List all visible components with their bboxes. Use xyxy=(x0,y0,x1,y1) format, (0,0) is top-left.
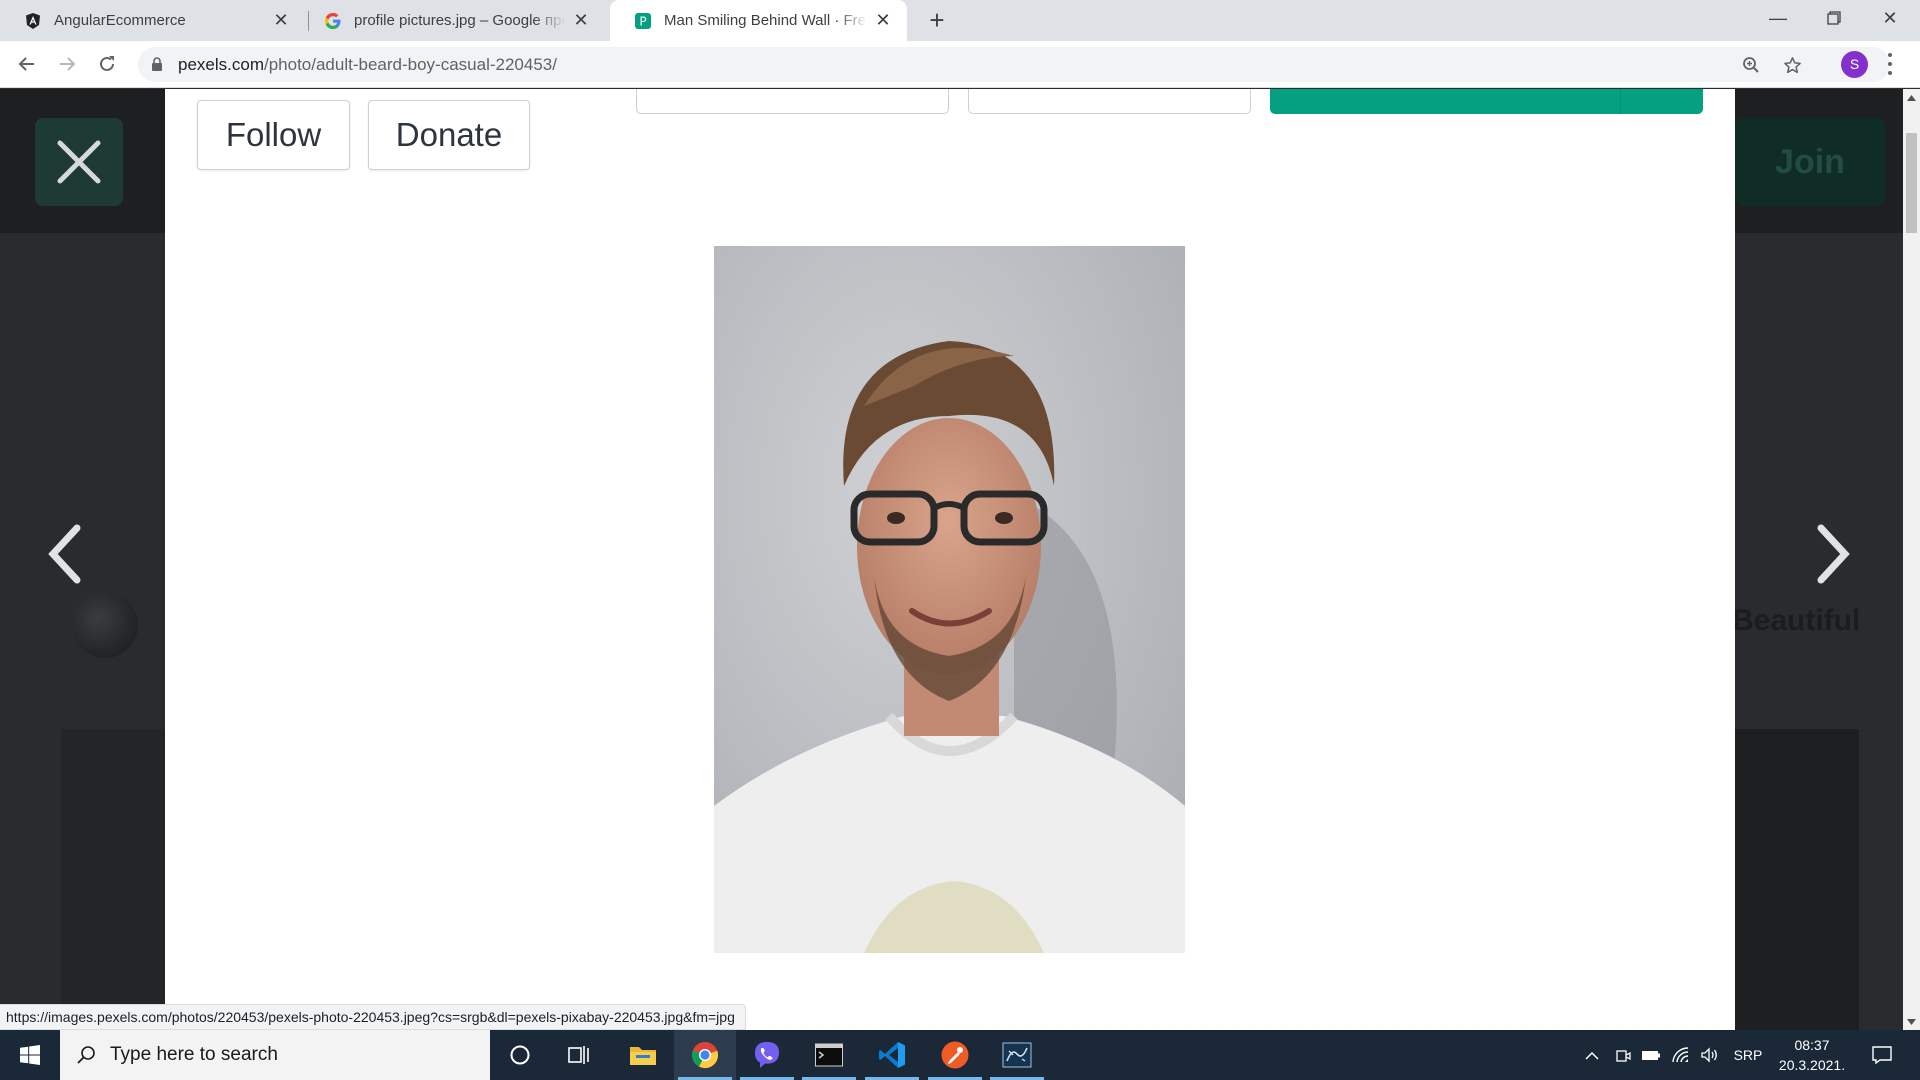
scrollbar-thumb[interactable] xyxy=(1906,133,1917,233)
profile-avatar[interactable]: S xyxy=(1841,51,1868,78)
tab-title: AngularEcommerce xyxy=(54,12,186,29)
back-icon[interactable] xyxy=(12,49,42,79)
tab-strip: AngularEcommerce ✕ profile pictures.jpg … xyxy=(0,0,1920,41)
man-portrait-image xyxy=(714,246,1185,953)
tab-close-icon[interactable]: ✕ xyxy=(271,10,291,31)
status-link-bubble: https://images.pexels.com/photos/220453/… xyxy=(0,1004,746,1030)
viber-icon[interactable] xyxy=(736,1030,798,1080)
tab-profile-pictures[interactable]: profile pictures.jpg – Google пре ✕ xyxy=(300,0,605,41)
background-text: Beautiful xyxy=(1732,604,1861,637)
taskbar-clock[interactable]: 08:37 20.3.2021. xyxy=(1770,1035,1854,1075)
browser-toolbar: pexels.com/photo/adult-beard-boy-casual-… xyxy=(0,41,1920,88)
scroll-down-icon[interactable] xyxy=(1903,1013,1920,1030)
close-modal-button[interactable] xyxy=(35,118,123,206)
cortana-icon[interactable] xyxy=(489,1030,551,1080)
clock-time: 08:37 xyxy=(1794,1037,1830,1053)
chrome-icon[interactable] xyxy=(674,1030,736,1080)
minimize-icon[interactable]: — xyxy=(1750,0,1806,36)
search-icon xyxy=(77,1046,95,1064)
volume-icon[interactable] xyxy=(1697,1030,1721,1080)
next-photo-button[interactable] xyxy=(1808,519,1858,589)
svg-text:P: P xyxy=(639,14,646,28)
sql-icon[interactable] xyxy=(986,1030,1048,1080)
scroll-up-icon[interactable] xyxy=(1903,89,1920,106)
close-icon xyxy=(57,140,101,184)
vscode-icon[interactable] xyxy=(861,1030,923,1080)
download-button[interactable] xyxy=(1270,89,1703,114)
pexels-icon: P xyxy=(634,12,652,30)
meet-now-icon[interactable] xyxy=(1612,1030,1634,1080)
tab-close-icon[interactable]: ✕ xyxy=(571,10,591,31)
join-button[interactable]: Join xyxy=(1735,118,1885,206)
input-language[interactable]: SRP xyxy=(1728,1030,1768,1080)
tab-title: Man Smiling Behind Wall · Free S xyxy=(664,12,867,29)
terminal-icon[interactable] xyxy=(798,1030,860,1080)
donate-button[interactable]: Donate xyxy=(368,100,530,170)
url-text[interactable]: pexels.com/photo/adult-beard-boy-casual-… xyxy=(178,55,557,75)
collect-button[interactable] xyxy=(636,89,949,114)
restore-icon[interactable] xyxy=(1806,0,1862,36)
zoom-icon[interactable] xyxy=(1740,54,1762,76)
clock-date: 20.3.2021. xyxy=(1778,1057,1846,1073)
like-button[interactable] xyxy=(968,89,1251,114)
page-scrollbar[interactable] xyxy=(1903,89,1920,1030)
wifi-icon[interactable] xyxy=(1668,1030,1692,1080)
follow-button[interactable]: Follow xyxy=(197,100,350,170)
main-photo[interactable] xyxy=(714,246,1185,953)
menu-kebab-icon[interactable] xyxy=(1883,53,1897,75)
address-bar[interactable]: pexels.com/photo/adult-beard-boy-casual-… xyxy=(138,47,1890,82)
file-explorer-icon[interactable] xyxy=(612,1030,674,1080)
notifications-icon[interactable] xyxy=(1862,1030,1902,1080)
forward-icon[interactable] xyxy=(52,49,82,79)
previous-photo-button[interactable] xyxy=(40,519,90,589)
url-path: /photo/adult-beard-boy-casual-220453/ xyxy=(263,55,557,74)
background-avatar xyxy=(72,592,138,658)
url-host: pexels.com xyxy=(178,55,264,74)
chevron-left-icon xyxy=(48,524,81,584)
battery-icon[interactable] xyxy=(1640,1030,1662,1080)
photo-modal: Follow Donate xyxy=(165,89,1735,1030)
show-hidden-icons[interactable] xyxy=(1580,1030,1604,1080)
close-window-icon[interactable]: ✕ xyxy=(1862,0,1918,36)
windows-start-icon[interactable] xyxy=(0,1030,60,1080)
background-photo-left xyxy=(61,729,165,1030)
bookmark-star-icon[interactable] xyxy=(1781,54,1803,76)
task-view-icon[interactable] xyxy=(549,1030,611,1080)
tab-title: profile pictures.jpg – Google пре xyxy=(354,12,565,29)
tab-angular-ecommerce[interactable]: AngularEcommerce ✕ xyxy=(0,0,305,41)
background-photo-right xyxy=(1735,729,1859,1030)
download-dropdown-divider xyxy=(1620,89,1621,114)
chevron-right-icon xyxy=(1817,524,1850,584)
windows-taskbar: Type here to search SRP 08:37 20.3.2021. xyxy=(0,1030,1920,1080)
postman-icon[interactable] xyxy=(924,1030,986,1080)
page-content: Join Beautiful Follow Donate xyxy=(0,89,1903,1030)
google-icon xyxy=(324,12,342,30)
new-tab-button[interactable]: + xyxy=(922,5,952,35)
lock-icon[interactable] xyxy=(151,57,163,77)
angular-icon xyxy=(24,12,42,30)
search-placeholder: Type here to search xyxy=(110,1044,278,1065)
reload-icon[interactable] xyxy=(92,49,122,79)
taskbar-search-box[interactable]: Type here to search xyxy=(60,1030,490,1080)
tab-close-icon[interactable]: ✕ xyxy=(873,10,893,31)
tab-pexels-photo[interactable]: P Man Smiling Behind Wall · Free S ✕ xyxy=(610,0,907,41)
